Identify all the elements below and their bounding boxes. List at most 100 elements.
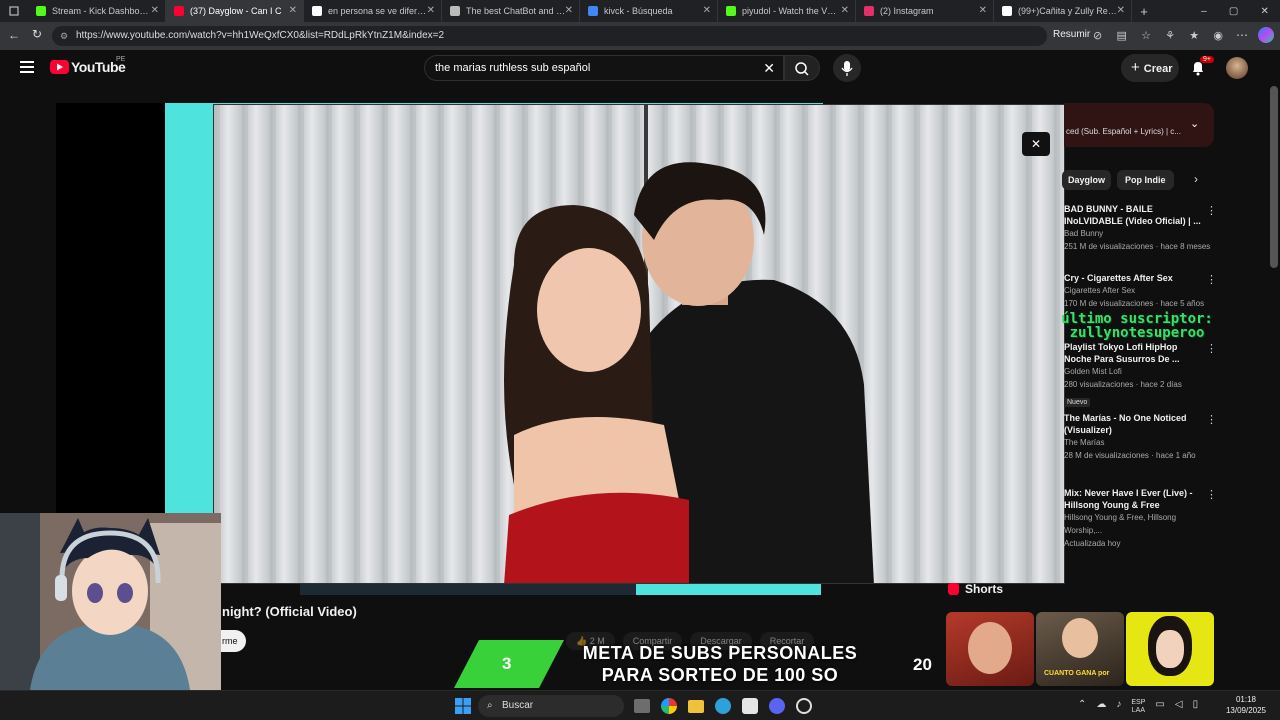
store-icon[interactable] bbox=[742, 698, 758, 714]
short-thumbnail[interactable]: CUANTO GANA por bbox=[1036, 612, 1124, 686]
network-icon[interactable]: ▭ bbox=[1155, 699, 1164, 715]
close-tab-icon[interactable]: ✕ bbox=[289, 5, 297, 16]
photo-lightbox: ✕ bbox=[213, 104, 1065, 584]
voice-search-button[interactable] bbox=[833, 54, 861, 82]
copilot-app-icon[interactable] bbox=[661, 698, 677, 714]
short-thumbnail[interactable] bbox=[946, 612, 1034, 686]
related-video-item[interactable]: Mix: Never Have I Ever (Live) - Hillsong… bbox=[1064, 487, 1214, 550]
hamburger-menu-icon[interactable] bbox=[20, 61, 34, 73]
search-input[interactable]: the marias ruthless sub español ✕ bbox=[424, 55, 784, 81]
more-menu-icon[interactable]: ⋯ bbox=[1236, 28, 1248, 42]
new-tab-button[interactable]: + bbox=[1132, 4, 1156, 19]
file-explorer-icon[interactable] bbox=[688, 699, 704, 713]
chevron-right-icon[interactable]: › bbox=[1194, 172, 1198, 186]
clear-search-icon[interactable]: ✕ bbox=[763, 56, 775, 80]
extension-icon[interactable]: ⚘ bbox=[1165, 29, 1175, 42]
video-options-icon[interactable]: ⋮ bbox=[1206, 204, 1217, 217]
video-meta: 28 M de visualizaciones · hace 1 año bbox=[1064, 451, 1196, 460]
tab-favicon-icon bbox=[312, 6, 322, 16]
task-view-icon[interactable] bbox=[634, 699, 650, 713]
close-tab-icon[interactable]: ✕ bbox=[151, 5, 159, 16]
battery-icon[interactable]: ▯ bbox=[1193, 699, 1199, 715]
video-meta: 170 M de visualizaciones · hace 5 años bbox=[1064, 299, 1205, 308]
chip-pop-indie[interactable]: Pop Indie bbox=[1117, 170, 1174, 190]
app-icon[interactable] bbox=[796, 698, 812, 714]
extension-icon[interactable]: ⊘ bbox=[1093, 29, 1102, 42]
copilot-icon[interactable] bbox=[1258, 27, 1274, 43]
related-video-item[interactable]: BAD BUNNY - BAILE INoLVIDABLE (Video Ofi… bbox=[1064, 203, 1214, 253]
close-photo-button[interactable]: ✕ bbox=[1022, 132, 1050, 156]
notifications-button[interactable]: 9+ bbox=[1191, 56, 1214, 81]
browser-tab[interactable]: The best ChatBot and Widg ✕ bbox=[442, 0, 580, 22]
browser-tab[interactable]: kivck - Búsqueda ✕ bbox=[580, 0, 718, 22]
short-thumbnail[interactable] bbox=[1126, 612, 1214, 686]
close-tab-icon[interactable]: ✕ bbox=[703, 5, 711, 16]
language-indicator[interactable]: ESP LAA bbox=[1131, 699, 1145, 715]
related-video-item[interactable]: Cry - Cigarettes After Sex Cigarettes Aft… bbox=[1064, 272, 1214, 310]
couple-photo bbox=[214, 105, 1064, 583]
tab-title: (2) Instagram bbox=[880, 6, 934, 16]
favorites-icon[interactable]: ★ bbox=[1189, 29, 1199, 42]
windows-start-icon[interactable] bbox=[455, 698, 471, 714]
video-player-left bbox=[56, 103, 166, 513]
tab-favicon-icon bbox=[36, 6, 46, 16]
taskbar-search[interactable]: ⌕ Buscar bbox=[478, 695, 624, 717]
mic-icon[interactable]: ♪ bbox=[1116, 699, 1121, 715]
edge-icon[interactable] bbox=[715, 698, 731, 714]
playlist-header[interactable]: ced (Sub. Español + Lyrics) | c... ⌄ bbox=[1064, 103, 1214, 147]
chevron-down-icon[interactable]: ⌄ bbox=[1190, 117, 1199, 130]
close-tab-icon[interactable]: ✕ bbox=[1117, 5, 1125, 16]
search-icon: ⌕ bbox=[487, 700, 493, 711]
tab-actions-icon[interactable] bbox=[0, 0, 28, 22]
close-tab-icon[interactable]: ✕ bbox=[427, 5, 435, 16]
account-avatar[interactable] bbox=[1226, 57, 1248, 79]
subscribe-button[interactable]: rme bbox=[218, 630, 246, 652]
search-button[interactable] bbox=[784, 55, 820, 81]
video-options-icon[interactable]: ⋮ bbox=[1206, 488, 1217, 501]
close-tab-icon[interactable]: ✕ bbox=[979, 5, 987, 16]
taskbar-clock[interactable]: 01:18 13/09/2025 bbox=[1222, 694, 1270, 716]
tray-expand-icon[interactable]: ⌃ bbox=[1078, 699, 1086, 715]
discord-icon[interactable] bbox=[769, 698, 785, 714]
minimize-icon[interactable]: – bbox=[1201, 6, 1207, 17]
profile-icon[interactable]: ◉ bbox=[1213, 29, 1223, 42]
tab-favicon-icon bbox=[174, 6, 184, 16]
channel-name: The Marías bbox=[1064, 438, 1105, 447]
tab-favicon-icon bbox=[864, 6, 874, 16]
tab-title: en persona se ve diferente bbox=[328, 6, 428, 16]
window-controls[interactable]: – ▢ ✕ bbox=[1190, 6, 1280, 17]
volume-icon[interactable]: ◁ bbox=[1175, 699, 1183, 715]
youtube-logo-icon[interactable] bbox=[50, 60, 69, 74]
browser-tab[interactable]: piyudol - Watch the VOD o ✕ bbox=[718, 0, 856, 22]
close-window-icon[interactable]: ✕ bbox=[1260, 6, 1268, 17]
bookmark-star-icon[interactable]: ☆ bbox=[1141, 29, 1151, 42]
video-options-icon[interactable]: ⋮ bbox=[1206, 273, 1217, 286]
browser-tab[interactable]: en persona se ve diferente ✕ bbox=[304, 0, 442, 22]
video-options-icon[interactable]: ⋮ bbox=[1206, 342, 1217, 355]
browser-tab[interactable]: (99+)Cañita y Zully Reencu ✕ bbox=[994, 0, 1132, 22]
related-video-item[interactable]: Playlist Tokyo Lofi HipHop Noche Para Su… bbox=[1064, 341, 1214, 409]
browser-extension-icons: ⊘ ▤ ☆ ⚘ ★ ◉ bbox=[1093, 29, 1223, 42]
cloud-icon[interactable]: ☁ bbox=[1096, 699, 1106, 715]
plus-icon: + bbox=[1131, 59, 1140, 76]
back-icon[interactable]: ← bbox=[8, 28, 20, 42]
extension-icon[interactable]: ▤ bbox=[1116, 29, 1126, 42]
create-button[interactable]: + Crear bbox=[1121, 54, 1179, 82]
chip-dayglow[interactable]: Dayglow bbox=[1062, 170, 1112, 190]
maximize-icon[interactable]: ▢ bbox=[1229, 6, 1238, 17]
sub-goal-text: META DE SUBS PERSONALES PARA SORTEO DE 1… bbox=[550, 642, 890, 686]
shorts-header: Shorts bbox=[948, 582, 1003, 596]
address-bar[interactable]: ⚙ https://www.youtube.com/watch?v=hh1WeQ… bbox=[52, 26, 1047, 46]
page-scrollbar[interactable] bbox=[1270, 86, 1278, 268]
browser-tab[interactable]: (37) Dayglow - Can I C ✕ bbox=[166, 0, 304, 22]
video-options-icon[interactable]: ⋮ bbox=[1206, 413, 1217, 426]
tab-title: kivck - Búsqueda bbox=[604, 6, 673, 16]
reload-icon[interactable]: ↻ bbox=[32, 27, 42, 41]
browser-tab[interactable]: (2) Instagram ✕ bbox=[856, 0, 994, 22]
resume-button[interactable]: Resumir bbox=[1053, 29, 1090, 40]
close-tab-icon[interactable]: ✕ bbox=[565, 5, 573, 16]
browser-tab[interactable]: Stream - Kick Dashboard ✕ bbox=[28, 0, 166, 22]
site-info-icon[interactable]: ⚙ bbox=[60, 26, 68, 46]
close-tab-icon[interactable]: ✕ bbox=[841, 5, 849, 16]
related-video-item[interactable]: The Marías - No One Noticed (Visualizer)… bbox=[1064, 412, 1214, 462]
